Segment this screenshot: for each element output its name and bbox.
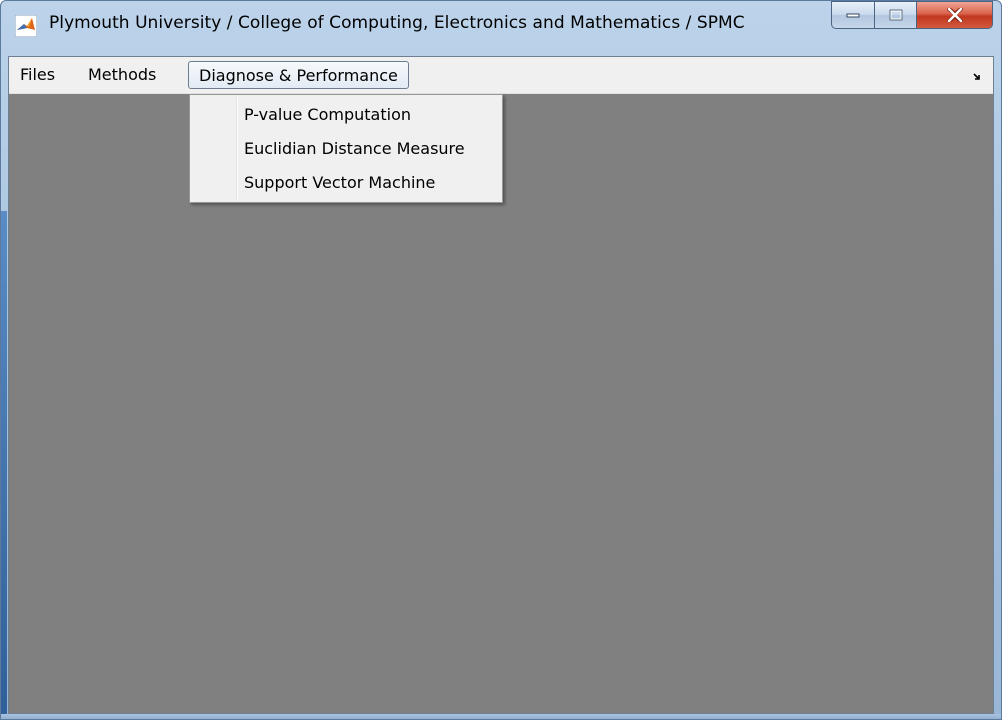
application-window: Plymouth University / College of Computi…	[0, 0, 1002, 720]
menu-bar: Files Methods Diagnose & Performance	[9, 57, 993, 94]
maximize-icon	[889, 9, 902, 21]
menu-item-support-vector-machine[interactable]: Support Vector Machine	[244, 168, 435, 198]
caption-buttons	[831, 1, 995, 31]
toolbar-overflow-icon[interactable]	[972, 68, 984, 80]
menu-methods[interactable]: Methods	[79, 61, 165, 89]
window-title: Plymouth University / College of Computi…	[49, 13, 745, 33]
menu-item-euclidian-distance-measure[interactable]: Euclidian Distance Measure	[244, 134, 465, 164]
title-bar[interactable]: Plymouth University / College of Computi…	[1, 1, 1001, 56]
close-icon	[946, 8, 963, 22]
menu-files[interactable]: Files	[11, 61, 64, 89]
maximize-button[interactable]	[875, 1, 917, 29]
minimize-icon	[846, 13, 860, 18]
close-button[interactable]	[917, 1, 993, 29]
menu-item-p-value-computation[interactable]: P-value Computation	[244, 100, 411, 130]
window-bottom-border	[1, 714, 1001, 719]
window-frame-accent	[1, 211, 7, 719]
matlab-icon[interactable]	[14, 14, 38, 38]
minimize-button[interactable]	[831, 1, 875, 29]
menu-diagnose-performance[interactable]: Diagnose & Performance	[188, 61, 409, 89]
menu-icon-gutter	[236, 97, 238, 200]
figure-canvas[interactable]: Files Methods Diagnose & Performance P-v…	[8, 56, 994, 714]
diagnose-dropdown-menu: P-value Computation Euclidian Distance M…	[189, 94, 503, 203]
